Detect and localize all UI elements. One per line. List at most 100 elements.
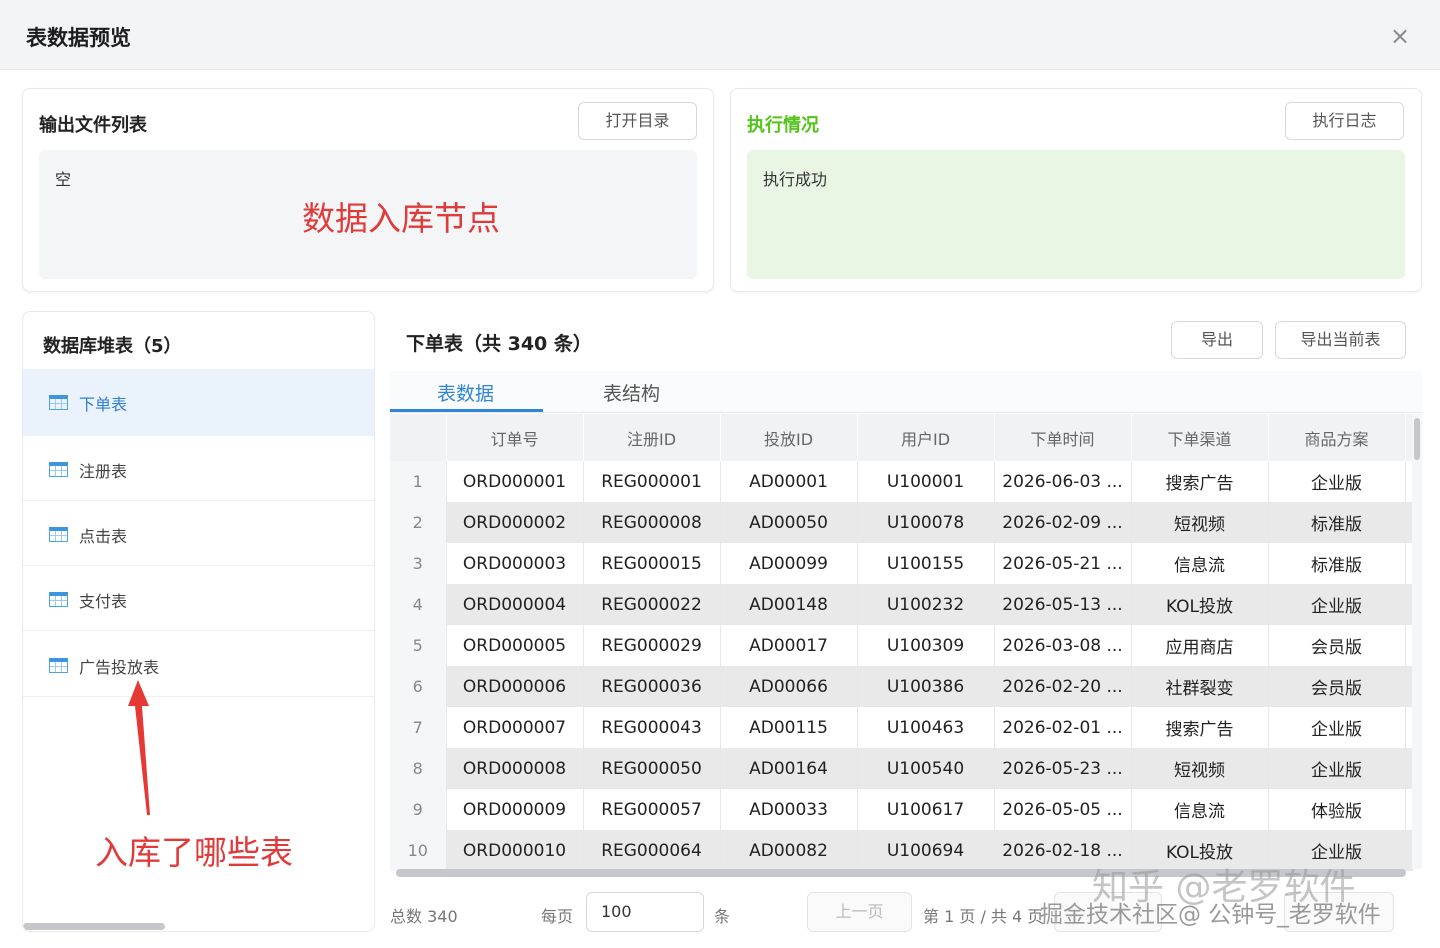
table-cell[interactable]: REG000008 bbox=[583, 502, 721, 543]
table-cell[interactable]: ORD000004 bbox=[446, 584, 584, 625]
table-cell[interactable]: AD00001 bbox=[720, 461, 858, 502]
table-cell[interactable]: ORD000008 bbox=[446, 748, 584, 789]
table-cell[interactable]: REG000057 bbox=[583, 789, 721, 830]
table-cell[interactable]: ORD000006 bbox=[446, 666, 584, 707]
column-header[interactable]: 下单渠道 bbox=[1131, 414, 1269, 461]
table-cell[interactable]: 短视频 bbox=[1131, 748, 1269, 789]
sidebar-item-orders[interactable]: 下单表 bbox=[23, 369, 374, 436]
table-row[interactable]: 7 ORD000007 REG000043 AD00115 U100463 2026-02… bbox=[390, 707, 1413, 748]
table-cell[interactable]: 标准版 bbox=[1268, 502, 1406, 543]
table-cell[interactable]: U100001 bbox=[857, 461, 995, 502]
sidebar-item-clicks[interactable]: 点击表 bbox=[23, 501, 374, 566]
table-cell[interactable]: REG000015 bbox=[583, 543, 721, 584]
table-cell[interactable]: AD00164 bbox=[720, 748, 858, 789]
export-button[interactable]: 导出 bbox=[1171, 321, 1263, 359]
table-cell[interactable]: REG000001 bbox=[583, 461, 721, 502]
table-cell[interactable]: ORD000005 bbox=[446, 625, 584, 666]
close-icon[interactable]: × bbox=[1386, 22, 1414, 50]
table-cell[interactable]: 企业版 bbox=[1268, 707, 1406, 748]
column-header[interactable]: 订单号 bbox=[446, 414, 584, 461]
column-header[interactable]: 注册ID bbox=[583, 414, 721, 461]
table-cell[interactable]: 2026-03-08 ... bbox=[994, 625, 1132, 666]
vertical-scrollbar[interactable] bbox=[1414, 418, 1420, 460]
table-row[interactable]: 1 ORD000001 REG000001 AD00001 U100001 2026-06… bbox=[390, 461, 1413, 502]
table-cell[interactable]: REG000029 bbox=[583, 625, 721, 666]
tab-table-data[interactable]: 表数据 bbox=[437, 379, 494, 406]
tab-table-structure[interactable]: 表结构 bbox=[603, 379, 660, 406]
table-cell[interactable]: REG000050 bbox=[583, 748, 721, 789]
execution-log-button[interactable]: 执行日志 bbox=[1285, 102, 1404, 140]
table-cell[interactable]: 企业版 bbox=[1268, 461, 1406, 502]
per-page-input[interactable]: 100 bbox=[586, 892, 704, 932]
table-cell[interactable]: 2026-05-23 ... bbox=[994, 748, 1132, 789]
table-cell[interactable]: 2026-05-13 ... bbox=[994, 584, 1132, 625]
table-cell[interactable]: U100617 bbox=[857, 789, 995, 830]
export-current-table-button[interactable]: 导出当前表 bbox=[1275, 321, 1406, 359]
table-cell[interactable]: ORD000009 bbox=[446, 789, 584, 830]
table-cell[interactable]: 信息流 bbox=[1131, 543, 1269, 584]
table-row[interactable]: 5 ORD000005 REG000029 AD00017 U100309 2026-03… bbox=[390, 625, 1413, 666]
table-row[interactable]: 6 ORD000006 REG000036 AD00066 U100386 2026-02… bbox=[390, 666, 1413, 707]
table-cell[interactable]: U100309 bbox=[857, 625, 995, 666]
table-cell[interactable]: 应用商店 bbox=[1131, 625, 1269, 666]
column-header[interactable]: 投放ID bbox=[720, 414, 858, 461]
prev-page-button[interactable]: 上一页 bbox=[807, 892, 912, 932]
table-cell[interactable]: 短视频 bbox=[1131, 502, 1269, 543]
table-cell[interactable]: AD00082 bbox=[720, 830, 858, 871]
table-cell[interactable]: 2026-02-09 ... bbox=[994, 502, 1132, 543]
table-cell[interactable]: U100078 bbox=[857, 502, 995, 543]
table-cell[interactable]: U100463 bbox=[857, 707, 995, 748]
table-cell[interactable]: AD00115 bbox=[720, 707, 858, 748]
table-cell[interactable]: REG000064 bbox=[583, 830, 721, 871]
table-cell[interactable]: AD00033 bbox=[720, 789, 858, 830]
table-cell[interactable]: AD00050 bbox=[720, 502, 858, 543]
table-cell[interactable]: AD00017 bbox=[720, 625, 858, 666]
table-cell[interactable]: AD00066 bbox=[720, 666, 858, 707]
sidebar-scrollbar[interactable] bbox=[23, 923, 165, 930]
table-cell[interactable]: ORD000001 bbox=[446, 461, 584, 502]
table-cell[interactable]: REG000022 bbox=[583, 584, 721, 625]
sidebar-item-ad-placements[interactable]: 广告投放表 bbox=[23, 632, 374, 697]
table-cell[interactable]: KOL投放 bbox=[1131, 584, 1269, 625]
table-cell[interactable]: 会员版 bbox=[1268, 625, 1406, 666]
table-cell[interactable]: U100155 bbox=[857, 543, 995, 584]
column-header[interactable]: 用户ID bbox=[857, 414, 995, 461]
table-cell[interactable]: REG000036 bbox=[583, 666, 721, 707]
sidebar-item-registrations[interactable]: 注册表 bbox=[23, 436, 374, 501]
table-cell[interactable]: ORD000010 bbox=[446, 830, 584, 871]
table-cell[interactable]: U100540 bbox=[857, 748, 995, 789]
sidebar-item-payments[interactable]: 支付表 bbox=[23, 566, 374, 631]
table-cell[interactable]: 体验版 bbox=[1268, 789, 1406, 830]
table-cell[interactable]: 企业版 bbox=[1268, 584, 1406, 625]
table-cell[interactable]: U100694 bbox=[857, 830, 995, 871]
table-cell[interactable]: AD00148 bbox=[720, 584, 858, 625]
table-row[interactable]: 9 ORD000009 REG000057 AD00033 U100617 2026-05… bbox=[390, 789, 1413, 830]
table-cell[interactable]: REG000043 bbox=[583, 707, 721, 748]
table-cell[interactable]: 会员版 bbox=[1268, 666, 1406, 707]
table-cell[interactable]: 社群裂变 bbox=[1131, 666, 1269, 707]
table-cell[interactable]: U100386 bbox=[857, 666, 995, 707]
table-cell[interactable]: 2026-02-01 ... bbox=[994, 707, 1132, 748]
column-header[interactable]: 商品方案 bbox=[1268, 414, 1406, 461]
column-header[interactable]: 下单时间 bbox=[994, 414, 1132, 461]
table-cell[interactable]: 标准版 bbox=[1268, 543, 1406, 584]
table-cell[interactable]: 2026-05-05 ... bbox=[994, 789, 1132, 830]
table-cell[interactable]: 搜索广告 bbox=[1131, 461, 1269, 502]
table-cell[interactable]: U100232 bbox=[857, 584, 995, 625]
open-directory-button[interactable]: 打开目录 bbox=[578, 102, 697, 140]
table-cell[interactable]: ORD000003 bbox=[446, 543, 584, 584]
table-cell[interactable]: 企业版 bbox=[1268, 748, 1406, 789]
table-cell[interactable]: 信息流 bbox=[1131, 789, 1269, 830]
table-row[interactable]: 8 ORD000008 REG000050 AD00164 U100540 2026-05… bbox=[390, 748, 1413, 789]
table-row[interactable]: 4 ORD000004 REG000022 AD00148 U100232 2026-05… bbox=[390, 584, 1413, 625]
table-row[interactable]: 3 ORD000003 REG000015 AD00099 U100155 2026-05… bbox=[390, 543, 1413, 584]
table-cell[interactable]: 2026-06-03 ... bbox=[994, 461, 1132, 502]
table-cell[interactable]: AD00099 bbox=[720, 543, 858, 584]
table-cell[interactable]: 2026-05-21 ... bbox=[994, 543, 1132, 584]
vertical-scrollbar-track[interactable] bbox=[1412, 414, 1422, 869]
table-cell[interactable]: 搜索广告 bbox=[1131, 707, 1269, 748]
table-cell[interactable]: ORD000002 bbox=[446, 502, 584, 543]
table-cell[interactable]: 2026-02-20 ... bbox=[994, 666, 1132, 707]
table-cell[interactable]: ORD000007 bbox=[446, 707, 584, 748]
table-row[interactable]: 2 ORD000002 REG000008 AD00050 U100078 2026-02… bbox=[390, 502, 1413, 543]
